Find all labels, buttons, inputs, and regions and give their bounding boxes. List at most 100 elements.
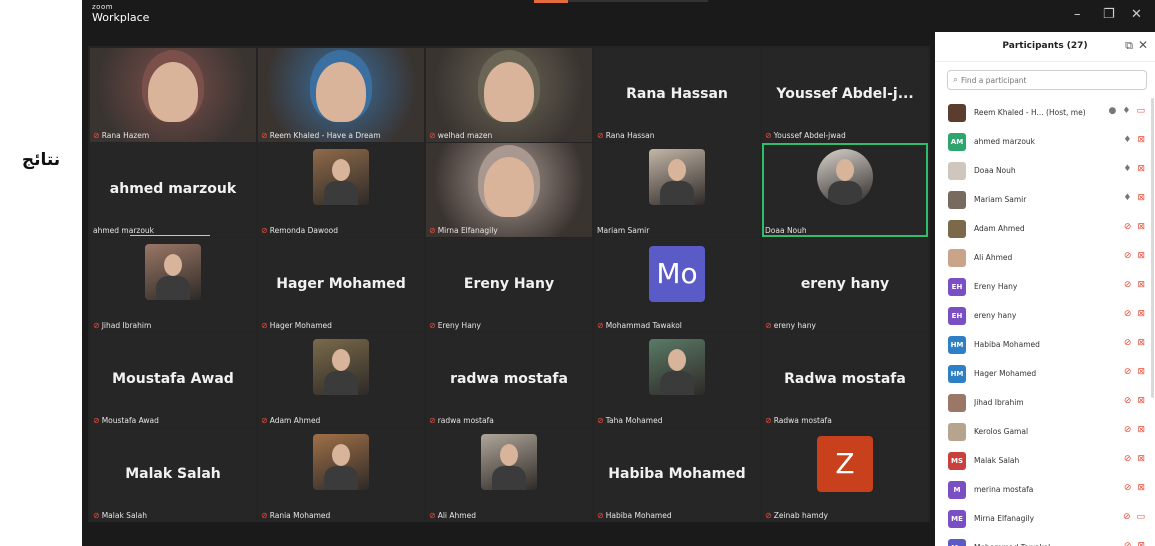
name-tag-label: Zeinab hamdy <box>773 511 828 520</box>
participant-row[interactable]: Doaa Nouh ♦ ⊠ <box>935 156 1149 185</box>
participant-row[interactable]: ME Mirna Elfanagily ⊘ ▭ <box>935 504 1149 533</box>
participant-status-icons: ⊘ ⊠ <box>1124 396 1145 406</box>
name-tag-label: Hager Mohamed <box>269 321 332 330</box>
person-body <box>324 371 358 395</box>
name-tag: ⊘ Radwa mostafa <box>765 416 832 425</box>
name-tag-label: ahmed marzouk <box>93 226 155 235</box>
video-off-icon: ⊠ <box>1137 193 1145 203</box>
participant-row[interactable]: Jihad Ibrahim ⊘ ⊠ <box>935 388 1149 417</box>
participant-tile[interactable]: Doaa Nouh <box>762 143 928 237</box>
participant-name: Doaa Nouh <box>974 166 1016 175</box>
name-tag-label: radwa mostafa <box>437 416 494 425</box>
participant-row[interactable]: HM Habiba Mohamed ⊘ ⊠ <box>935 330 1149 359</box>
participant-tile[interactable]: Malak Salah ⊘ Malak Salah <box>90 428 256 522</box>
muted-mic-icon: ⊘ <box>765 131 772 140</box>
participant-row[interactable]: MoMohammad Tawakol⊘⊠ <box>935 533 1149 546</box>
participant-name: Malak Salah <box>974 456 1020 465</box>
display-name: radwa mostafa <box>450 371 568 387</box>
restore-button[interactable]: ❐ <box>1103 7 1115 22</box>
participant-row[interactable]: Reem Khaled - H... (Host, me) ● ♦ ▭ <box>935 98 1149 127</box>
participant-tile[interactable]: ⊘ Jihad Ibrahim <box>90 238 256 332</box>
muted-mic-icon: ⊘ <box>261 321 268 330</box>
participant-search[interactable]: ⌕ <box>947 70 1147 90</box>
name-tag: ⊘ radwa mostafa <box>429 416 494 425</box>
participant-row[interactable]: MS Malak Salah ⊘ ⊠ <box>935 446 1149 475</box>
participant-tile[interactable]: Youssef Abdel-j... ⊘ Youssef Abdel-jwad <box>762 48 928 142</box>
person-silhouette <box>668 349 686 371</box>
display-name: Moustafa Awad <box>112 371 234 387</box>
mic-on-icon: ♦ <box>1123 135 1132 145</box>
person-silhouette <box>332 444 350 466</box>
popout-icon[interactable]: ⧉ <box>1125 39 1133 53</box>
muted-mic-icon: ⊘ <box>93 511 100 520</box>
participant-tile[interactable]: radwa mostafa ⊘ radwa mostafa <box>426 333 592 427</box>
participant-tile[interactable]: Habiba Mohamed ⊘ Habiba Mohamed <box>594 428 760 522</box>
muted-mic-icon: ⊘ <box>93 321 100 330</box>
participant-row[interactable]: Kerolos Gamal ⊘ ⊠ <box>935 417 1149 446</box>
person-silhouette <box>500 444 518 466</box>
video-off-icon: ⊠ <box>1137 309 1145 319</box>
profile-photo <box>481 434 537 490</box>
person-body <box>660 371 694 395</box>
participant-name: Mariam Samir <box>974 195 1027 204</box>
participant-search-input[interactable] <box>961 75 1132 85</box>
display-name: Radwa mostafa <box>784 371 906 387</box>
participant-tile[interactable]: ereny hany ⊘ ereny hany <box>762 238 928 332</box>
participant-tile[interactable]: Rana Hassan ⊘ Rana Hassan <box>594 48 760 142</box>
video-off-icon: ⊠ <box>1137 367 1145 377</box>
name-tag: ⊘ Hager Mohamed <box>261 321 332 330</box>
participant-tile[interactable]: Ereny Hany ⊘ Ereny Hany <box>426 238 592 332</box>
participant-row[interactable]: EH ereny hany ⊘ ⊠ <box>935 301 1149 330</box>
person-silhouette <box>332 159 350 181</box>
participant-row[interactable]: EH Ereny Hany ⊘ ⊠ <box>935 272 1149 301</box>
participant-name: Ali Ahmed <box>974 253 1013 262</box>
minimize-button[interactable]: – <box>1074 7 1081 22</box>
participant-tile[interactable]: ⊘ welhad mazen <box>426 48 592 142</box>
participant-row[interactable]: AM ahmed marzouk ♦ ⊠ <box>935 127 1149 156</box>
name-tag-label: Youssef Abdel-jwad <box>773 131 846 140</box>
close-button[interactable]: ✕ <box>1131 7 1142 22</box>
participant-tile[interactable]: Moustafa Awad ⊘ Moustafa Awad <box>90 333 256 427</box>
participant-tile[interactable]: Mo ⊘ Mohammad Tawakol <box>594 238 760 332</box>
person-body <box>156 276 190 300</box>
mic-muted-icon: ⊘ <box>1123 425 1132 435</box>
mic-muted-icon: ⊘ <box>1123 222 1132 232</box>
mic-on-icon: ♦ <box>1123 193 1132 203</box>
name-tag: ⊘ Mirna Elfanagily <box>429 226 498 235</box>
name-tag: ⊘ Taha Mohamed <box>597 416 662 425</box>
profile-photo <box>649 339 705 395</box>
participant-row[interactable]: Ali Ahmed ⊘ ⊠ <box>935 243 1149 272</box>
participant-tile[interactable]: ⊘ Taha Mohamed <box>594 333 760 427</box>
participant-tile[interactable]: ⊘ Adam Ahmed <box>258 333 424 427</box>
participant-tile[interactable]: ⊘ Remonda Dawood <box>258 143 424 237</box>
participant-tile[interactable]: ⊘ Rana Hazem <box>90 48 256 142</box>
participant-tile[interactable]: ⊘ Rania Mohamed <box>258 428 424 522</box>
participant-tile[interactable]: Hager Mohamed ⊘ Hager Mohamed <box>258 238 424 332</box>
letter-avatar: Z <box>817 436 873 492</box>
name-tag: ⊘ Habiba Mohamed <box>597 511 672 520</box>
name-tag: ⊘ ereny hany <box>765 321 816 330</box>
participant-row[interactable]: HM Hager Mohamed ⊘ ⊠ <box>935 359 1149 388</box>
video-gallery: ⊘ Rana Hazem ⊘ Reem Khaled - Have a Dream ⊘ w… <box>88 46 930 522</box>
participant-tile[interactable]: Z ⊘ Zeinab hamdy <box>762 428 928 522</box>
participant-tile[interactable]: ⊘ Mirna Elfanagily <box>426 143 592 237</box>
participant-row[interactable]: Mariam Samir ♦ ⊠ <box>935 185 1149 214</box>
close-panel-button[interactable]: ✕ <box>1138 38 1148 52</box>
name-tag-label: Remonda Dawood <box>269 226 339 235</box>
participant-tile[interactable]: ahmed marzouk ahmed marzouk <box>90 143 256 237</box>
name-tag: ⊘ Rana Hazem <box>93 131 149 140</box>
participant-list-scrollbar[interactable] <box>1151 98 1154 398</box>
participant-tile[interactable]: Radwa mostafa ⊘ Radwa mostafa <box>762 333 928 427</box>
participant-row[interactable]: Mmerina mostafa ⊘ ⊠ <box>935 475 1149 504</box>
participant-name: Adam Ahmed <box>974 224 1025 233</box>
participant-row[interactable]: Adam Ahmed ⊘ ⊠ <box>935 214 1149 243</box>
display-name: Ereny Hany <box>463 276 555 292</box>
avatar-initials: ME <box>948 509 966 528</box>
name-tag-label: welhad mazen <box>437 131 493 140</box>
participant-name: ereny hany <box>974 311 1017 320</box>
participant-list: Reem Khaled - H... (Host, me) ● ♦ ▭ AM ahmed … <box>935 98 1149 546</box>
participant-tile[interactable]: ⊘ Reem Khaled - Have a Dream <box>258 48 424 142</box>
name-tag: ⊘ Rania Mohamed <box>261 511 330 520</box>
participant-tile[interactable]: Mariam Samir <box>594 143 760 237</box>
participant-tile[interactable]: ⊘ Ali Ahmed <box>426 428 592 522</box>
